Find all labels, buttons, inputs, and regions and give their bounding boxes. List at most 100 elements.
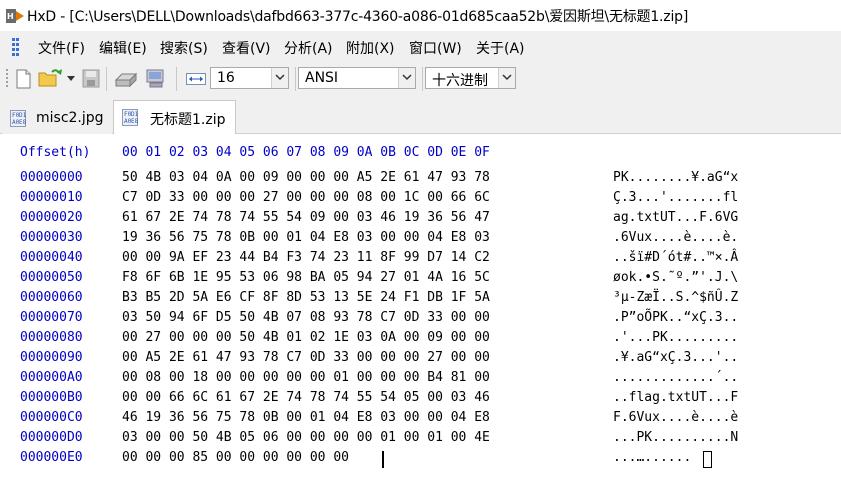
menu-edit[interactable]: 编辑(E) (99, 38, 147, 58)
row-offset: 000000D0 (20, 430, 83, 445)
charset-value: ANSI (305, 70, 339, 86)
menu-search[interactable]: 搜索(S) (160, 38, 208, 58)
row-ascii-text[interactable]: ..šï#D´ót#..™×.Â (613, 250, 738, 265)
row-ascii-text[interactable]: ag.txtUT...F.6VG (613, 210, 738, 225)
toolbar: 16 ANSI 十六进制 (0, 62, 841, 96)
row-hex-bytes[interactable]: 61 67 2E 74 78 74 55 54 09 00 03 46 19 3… (122, 210, 490, 225)
tab-misc2-jpg[interactable]: F0 D1 A0 E8 misc2.jpg (2, 102, 112, 134)
hex-editor[interactable]: Offset(h) 00 01 02 03 04 05 06 07 08 09 … (0, 134, 841, 481)
row-hex-bytes[interactable]: C7 0D 33 00 00 00 27 00 00 00 08 00 1C 0… (122, 190, 490, 205)
toolbar-separator (295, 67, 296, 91)
row-offset: 00000020 (20, 210, 83, 225)
hex-row: 00000080 00 27 00 00 00 50 4B 01 02 1E 03… (0, 330, 841, 350)
toolbar-separator (176, 67, 177, 91)
row-ascii-text[interactable]: ³µ-ZæÏ..S.^$ñÛ.Z (613, 290, 738, 305)
chevron-down-icon[interactable] (498, 68, 515, 88)
row-hex-bytes[interactable]: 50 4B 03 04 0A 00 09 00 00 00 A5 2E 61 4… (122, 170, 490, 185)
row-offset: 00000060 (20, 290, 83, 305)
svg-text:H: H (7, 12, 14, 21)
row-hex-bytes[interactable]: F8 6F 6B 1E 95 53 06 98 BA 05 94 27 01 4… (122, 270, 490, 285)
row-ascii-text[interactable]: ...…...... (613, 450, 691, 465)
row-hex-bytes[interactable]: 00 00 66 6C 61 67 2E 74 78 74 55 54 05 0… (122, 390, 490, 405)
hex-row: 000000A0 00 08 00 18 00 00 00 00 00 01 00… (0, 370, 841, 390)
menu-file[interactable]: 文件(F) (38, 38, 85, 58)
row-offset: 00000090 (20, 350, 83, 365)
row-offset: 00000000 (20, 170, 83, 185)
toolbar-separator (422, 67, 423, 91)
row-ascii-text[interactable]: .¥.aG“xÇ.3...'.. (613, 350, 738, 365)
hex-row: 00000050 F8 6F 6B 1E 95 53 06 98 BA 05 94… (0, 270, 841, 290)
menu-view[interactable]: 查看(V) (222, 38, 271, 58)
row-offset: 000000C0 (20, 410, 83, 425)
open-disk-icon[interactable] (114, 71, 138, 88)
row-offset: 00000010 (20, 190, 83, 205)
row-hex-bytes[interactable]: 00 A5 2E 61 47 93 78 C7 0D 33 00 00 00 2… (122, 350, 490, 365)
row-ascii-text[interactable]: ...PK..........N (613, 430, 738, 445)
new-file-icon[interactable] (14, 69, 32, 89)
open-ram-icon[interactable] (144, 68, 168, 89)
hex-row: 000000B0 00 00 66 6C 61 67 2E 74 78 74 55… (0, 390, 841, 410)
tab-label: 无标题1.zip (150, 112, 226, 128)
row-offset: 00000030 (20, 230, 83, 245)
hxd-app-icon: H (6, 9, 24, 23)
charset-select[interactable]: ANSI (298, 67, 416, 89)
hex-row: 000000C0 46 19 36 56 75 78 0B 00 01 04 E8… (0, 410, 841, 430)
title-bar: H HxD - [C:\Users\DELL\Downloads\dafbd66… (0, 0, 841, 31)
window-title: HxD - [C:\Users\DELL\Downloads\dafbd663-… (27, 9, 689, 25)
toolbar-separator (106, 67, 107, 91)
row-offset: 000000B0 (20, 390, 83, 405)
row-hex-bytes[interactable]: 00 27 00 00 00 50 4B 01 02 1E 03 0A 00 0… (122, 330, 490, 345)
menu-about[interactable]: 关于(A) (476, 38, 525, 58)
row-offset: 00000040 (20, 250, 83, 265)
save-icon[interactable] (82, 69, 100, 88)
row-hex-bytes[interactable]: 03 00 00 50 4B 05 06 00 00 00 00 01 00 0… (122, 430, 490, 445)
tab-bar: F0 D1 A0 E8 misc2.jpg F0 D1 A0 E8 无标题1.zip (0, 96, 841, 134)
row-hex-bytes[interactable]: 00 08 00 18 00 00 00 00 00 01 00 00 00 B… (122, 370, 490, 385)
hex-row: 00000020 61 67 2E 74 78 74 55 54 09 00 03… (0, 210, 841, 230)
menu-grip-icon (12, 38, 19, 56)
menu-extras[interactable]: 附加(X) (346, 38, 395, 58)
byte-column-headers: 00 01 02 03 04 05 06 07 08 09 0A 0B 0C 0… (122, 145, 490, 160)
hex-row: 00000070 03 50 94 6F D5 50 4B 07 08 93 78… (0, 310, 841, 330)
row-hex-bytes[interactable]: 03 50 94 6F D5 50 4B 07 08 93 78 C7 0D 3… (122, 310, 490, 325)
menu-analysis[interactable]: 分析(A) (284, 38, 333, 58)
hex-row: 00000000 50 4B 03 04 0A 00 09 00 00 00 A5… (0, 170, 841, 190)
hex-caret (382, 451, 384, 468)
hex-row: 00000030 19 36 56 75 78 0B 00 01 04 E8 03… (0, 230, 841, 250)
offset-column-header: Offset(h) (20, 145, 91, 160)
open-dropdown-icon[interactable] (67, 76, 75, 82)
row-ascii-text[interactable]: .6Vux....è....è. (613, 230, 738, 245)
row-ascii-text[interactable]: ..flag.txtUT...F (613, 390, 738, 405)
offset-base-select[interactable]: 十六进制 (425, 67, 516, 89)
bytes-per-row-select[interactable]: 16 (210, 67, 289, 89)
row-ascii-text[interactable]: .P”oÕPK..“xÇ.3.. (613, 310, 738, 325)
row-ascii-text[interactable]: PK........¥.aG“x (613, 170, 738, 185)
chevron-down-icon[interactable] (398, 68, 415, 88)
hex-row: 000000E0 00 00 00 85 00 00 00 00 00 00...… (0, 450, 841, 470)
row-hex-bytes[interactable]: 00 00 9A EF 23 44 B4 F3 74 23 11 8F 99 D… (122, 250, 490, 265)
tab-label: misc2.jpg (36, 110, 104, 126)
bytes-per-row-icon (186, 73, 206, 85)
row-offset: 000000E0 (20, 450, 83, 465)
offset-base-value: 十六进制 (432, 73, 488, 89)
hex-file-icon: F0 D1 A0 E8 (122, 109, 139, 126)
row-hex-bytes[interactable]: 00 00 00 85 00 00 00 00 00 00 (122, 450, 349, 465)
row-hex-bytes[interactable]: 19 36 56 75 78 0B 00 01 04 E8 03 00 00 0… (122, 230, 490, 245)
chevron-down-icon[interactable] (271, 68, 288, 88)
hex-row: 00000090 00 A5 2E 61 47 93 78 C7 0D 33 00… (0, 350, 841, 370)
hex-file-icon: F0 D1 A0 E8 (10, 110, 27, 127)
hex-row: 000000D0 03 00 00 50 4B 05 06 00 00 00 00… (0, 430, 841, 450)
ascii-caret (703, 451, 712, 468)
open-file-icon[interactable] (38, 68, 64, 88)
row-ascii-text[interactable]: Ç.3...'.......fl (613, 190, 738, 205)
tab-untitled1-zip[interactable]: F0 D1 A0 E8 无标题1.zip (113, 100, 236, 134)
row-ascii-text[interactable]: .............´.. (613, 370, 738, 385)
row-ascii-text[interactable]: F.6Vux....è....è (613, 410, 738, 425)
hex-row: 00000010 C7 0D 33 00 00 00 27 00 00 00 08… (0, 190, 841, 210)
menu-window[interactable]: 窗口(W) (409, 38, 462, 58)
row-offset: 00000080 (20, 330, 83, 345)
row-ascii-text[interactable]: øok.•S.˜º.”'.J.\ (613, 270, 738, 285)
row-hex-bytes[interactable]: B3 B5 2D 5A E6 CF 8F 8D 53 13 5E 24 F1 D… (122, 290, 490, 305)
row-hex-bytes[interactable]: 46 19 36 56 75 78 0B 00 01 04 E8 03 00 0… (122, 410, 490, 425)
row-ascii-text[interactable]: .'...PK......... (613, 330, 738, 345)
